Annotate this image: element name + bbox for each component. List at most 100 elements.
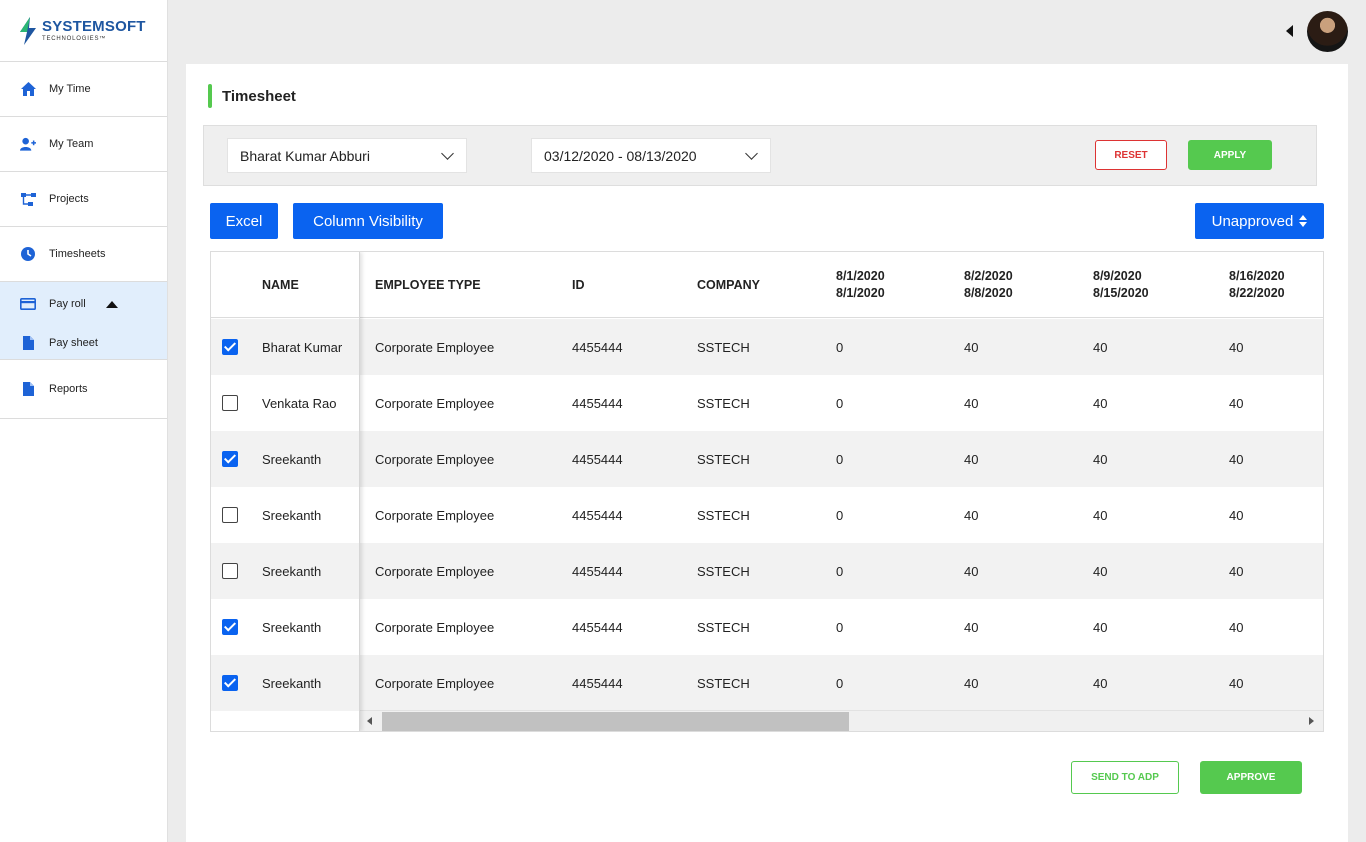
cell-employee-type: Corporate Employee (375, 675, 495, 691)
row-checkbox[interactable] (222, 563, 238, 579)
date-range-value: 03/12/2020 - 08/13/2020 (544, 147, 697, 164)
cell-week-3: 40 (1093, 339, 1108, 355)
title-accent (208, 84, 212, 108)
cell-week-2: 40 (964, 675, 979, 691)
status-filter-value: Unapproved (1211, 212, 1294, 230)
sidebar-item-payroll[interactable]: Pay roll (0, 282, 167, 326)
date-range-select[interactable]: 03/12/2020 - 08/13/2020 (531, 138, 771, 173)
cell-week-4: 40 (1229, 563, 1244, 579)
logo-mark-icon (18, 16, 38, 45)
sidebar-item-projects[interactable]: Projects (0, 172, 167, 227)
apply-button[interactable]: APPLY (1188, 140, 1272, 170)
cell-employee-type: Corporate Employee (375, 619, 495, 635)
clock-icon (20, 246, 36, 262)
cell-week-4: 40 (1229, 619, 1244, 635)
employee-select-value: Bharat Kumar Abburi (240, 147, 370, 164)
status-filter-dropdown[interactable]: Unapproved (1195, 203, 1324, 239)
cell-employee-type: Corporate Employee (375, 507, 495, 523)
row-checkbox[interactable] (222, 619, 238, 635)
cell-name: Sreekanth (262, 451, 322, 467)
cell-week-1: 0 (836, 563, 844, 579)
row-checkbox[interactable] (222, 339, 238, 355)
column-visibility-button[interactable]: Column Visibility (293, 203, 443, 239)
chevron-down-icon (441, 147, 454, 160)
horizontal-scrollbar[interactable] (360, 710, 1323, 731)
cell-name: Venkata Rao (262, 395, 337, 411)
table-row: Sreekanth (211, 487, 359, 543)
cell-week-1: 0 (836, 619, 844, 635)
cell-company: SSTECH (697, 619, 750, 635)
sidebar-item-my-team[interactable]: My Team (0, 117, 167, 172)
table-row: Sreekanth (211, 543, 359, 599)
table-row: Sreekanth (211, 655, 359, 711)
cell-week-4: 40 (1229, 451, 1244, 467)
header-week-3[interactable]: 8/9/2020 8/15/2020 (1093, 268, 1149, 302)
cell-week-2: 40 (964, 395, 979, 411)
header-week-4[interactable]: 8/16/2020 8/22/2020 (1229, 268, 1285, 302)
row-checkbox[interactable] (222, 507, 238, 523)
sidebar-item-my-time[interactable]: My Time (0, 62, 167, 117)
reset-button[interactable]: RESET (1095, 140, 1167, 170)
header-id[interactable]: ID (572, 278, 585, 292)
caret-left-icon[interactable] (1286, 25, 1293, 37)
sidebar-item-reports[interactable]: Reports (0, 360, 167, 419)
caret-up-icon[interactable] (105, 300, 118, 308)
cell-id: 4455444 (572, 619, 623, 635)
header-company[interactable]: COMPANY (697, 278, 760, 292)
document-icon (20, 335, 36, 351)
cell-week-2: 40 (964, 507, 979, 523)
cell-id: 4455444 (572, 563, 623, 579)
sidebar-item-timesheets[interactable]: Timesheets (0, 227, 167, 282)
cell-week-4: 40 (1229, 507, 1244, 523)
sidebar-item-label: My Team (49, 138, 94, 150)
cell-id: 4455444 (572, 339, 623, 355)
cell-week-2: 40 (964, 339, 979, 355)
header-name[interactable]: NAME (262, 278, 299, 292)
row-checkbox[interactable] (222, 451, 238, 467)
header-week-4-end: 8/22/2020 (1229, 285, 1285, 300)
cell-company: SSTECH (697, 451, 750, 467)
page-title: Timesheet (208, 84, 296, 108)
table-row: Corporate Employee 4455444 SSTECH 0 40 40 40 (360, 599, 1323, 655)
excel-button[interactable]: Excel (210, 203, 278, 239)
cell-week-4: 40 (1229, 339, 1244, 355)
table-row: Corporate Employee 4455444 SSTECH 0 40 40 40 (360, 431, 1323, 487)
approve-button[interactable]: APPROVE (1200, 761, 1302, 794)
row-checkbox[interactable] (222, 675, 238, 691)
table-row: Corporate Employee 4455444 SSTECH 0 40 40 40 (360, 319, 1323, 375)
send-to-adp-button[interactable]: SEND TO ADP (1071, 761, 1179, 794)
cell-week-1: 0 (836, 395, 844, 411)
home-icon (20, 81, 36, 97)
cell-name: Sreekanth (262, 675, 322, 691)
cell-employee-type: Corporate Employee (375, 339, 495, 355)
scroll-left-icon[interactable] (367, 717, 372, 725)
table-row: Corporate Employee 4455444 SSTECH 0 40 40 40 (360, 375, 1323, 431)
sidebar-group-payroll: Pay roll Pay sheet (0, 282, 167, 360)
timesheet-table: EMPLOYEE TYPE ID COMPANY 8/1/2020 8/1/202… (210, 251, 1324, 732)
cell-week-2: 40 (964, 451, 979, 467)
avatar[interactable] (1307, 11, 1348, 52)
header-employee-type[interactable]: EMPLOYEE TYPE (375, 278, 481, 292)
sidebar-item-pay-sheet[interactable]: Pay sheet (0, 326, 167, 359)
scrollbar-thumb[interactable] (382, 712, 849, 731)
header-week-1-start: 8/1/2020 (836, 268, 885, 283)
header-week-2[interactable]: 8/2/2020 8/8/2020 (964, 268, 1013, 302)
header-week-1[interactable]: 8/1/2020 8/1/2020 (836, 268, 885, 302)
cell-week-3: 40 (1093, 675, 1108, 691)
brand-tagline: TECHNOLOGIES™ (42, 35, 107, 42)
table-row: Venkata Rao (211, 375, 359, 431)
table-row: Corporate Employee 4455444 SSTECH 0 40 40 40 (360, 655, 1323, 711)
table-row: Bharat Kumar (211, 319, 359, 375)
scroll-right-icon[interactable] (1309, 717, 1314, 725)
brand-logo[interactable]: SYSTEMSOFT TECHNOLOGIES™ (0, 0, 167, 62)
cell-week-3: 40 (1093, 395, 1108, 411)
chevron-down-icon (745, 147, 758, 160)
row-checkbox[interactable] (222, 395, 238, 411)
employee-select[interactable]: Bharat Kumar Abburi (227, 138, 467, 173)
sidebar-item-label: Reports (49, 383, 88, 395)
brand-name: SYSTEMSOFT (42, 17, 146, 35)
cell-name: Sreekanth (262, 507, 322, 523)
table-scroll-area[interactable]: EMPLOYEE TYPE ID COMPANY 8/1/2020 8/1/202… (360, 252, 1323, 731)
cell-company: SSTECH (697, 507, 750, 523)
header-week-3-end: 8/15/2020 (1093, 285, 1149, 300)
